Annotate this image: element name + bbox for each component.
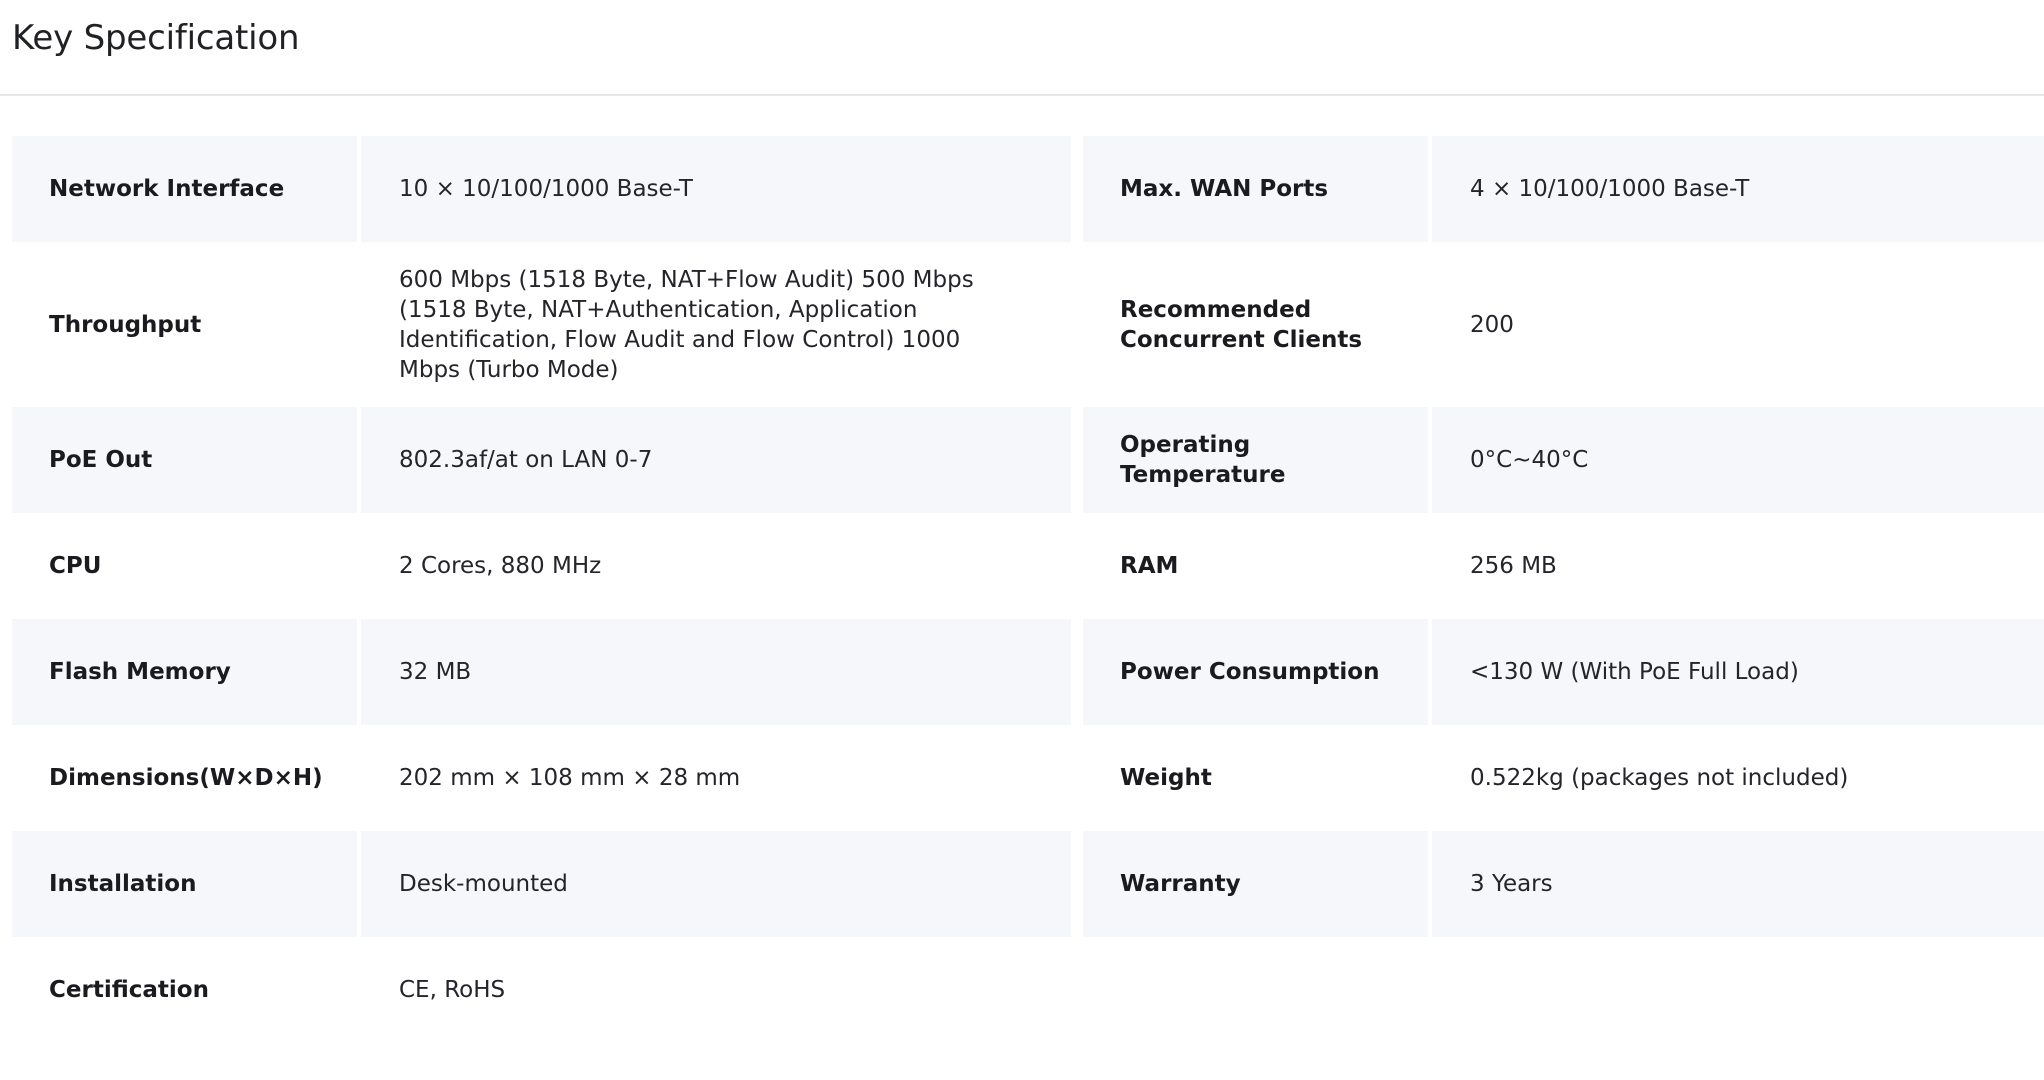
spec-value: 10 × 10/100/1000 Base-T [361,136,1071,242]
spec-value: 256 MB [1470,553,1557,579]
spec-value: 0.522kg (packages not included) [1470,765,1849,791]
spec-value: 32 MB [361,619,1071,725]
spec-row: Network Interface 10 × 10/100/1000 Base-… [12,136,2044,242]
spec-label: Recommended Concurrent Clients [1120,296,1363,353]
column-divider [1071,937,1083,1043]
spec-label: RAM [1120,553,1179,579]
spec-value: 3 Years [1432,831,2044,937]
page-header: Key Specification [0,0,2044,96]
spec-label: Network Interface [12,136,357,242]
column-divider [1071,136,1083,242]
column-divider [1071,725,1083,831]
spec-label: Installation [12,831,357,937]
spec-label: Certification [49,977,209,1003]
spec-value: 802.3af/at on LAN 0-7 [361,407,1071,513]
spec-label: Warranty [1083,831,1428,937]
spec-value: CE, RoHS [399,977,506,1003]
spec-row: Throughput 600 Mbps (1518 Byte, NAT+Flow… [12,242,2044,407]
spec-row: Certification CE, RoHS [12,937,2044,1043]
column-divider [1071,242,1083,407]
spec-label: Flash Memory [12,619,357,725]
spec-label: PoE Out [12,407,357,513]
spec-value: 0°C~40°C [1432,407,2044,513]
spec-row: PoE Out 802.3af/at on LAN 0-7 Operating … [12,407,2044,513]
spec-value [1432,937,2044,1043]
spec-row: Dimensions(W×D×H) 202 mm × 108 mm × 28 m… [12,725,2044,831]
spec-label: Power Consumption [1083,619,1428,725]
spec-label: Max. WAN Ports [1083,136,1428,242]
spec-value: <130 W (With PoE Full Load) [1432,619,2044,725]
spec-label: CPU [49,553,102,579]
spec-value: 4 × 10/100/1000 Base-T [1432,136,2044,242]
spec-row: CPU 2 Cores, 880 MHz RAM 256 MB [12,513,2044,619]
column-divider [1071,619,1083,725]
spec-value: 2 Cores, 880 MHz [399,553,602,579]
column-divider [1071,831,1083,937]
spec-table: Network Interface 10 × 10/100/1000 Base-… [12,136,2044,1043]
spec-label: Throughput [49,311,202,338]
spec-label: Dimensions(W×D×H) [49,765,323,791]
page-title: Key Specification [12,18,300,58]
column-divider [1071,407,1083,513]
spec-value: Desk-mounted [361,831,1071,937]
column-divider [1071,513,1083,619]
spec-row: Installation Desk-mounted Warranty 3 Yea… [12,831,2044,937]
spec-value: 600 Mbps (1518 Byte, NAT+Flow Audit) 500… [399,266,974,383]
spec-value: 200 [1470,311,1514,338]
spec-label: Weight [1120,765,1212,791]
spec-row: Flash Memory 32 MB Power Consumption <13… [12,619,2044,725]
spec-label: Operating Temperature [1083,407,1428,513]
spec-value: 202 mm × 108 mm × 28 mm [399,765,741,791]
spec-label [1083,937,1428,1043]
